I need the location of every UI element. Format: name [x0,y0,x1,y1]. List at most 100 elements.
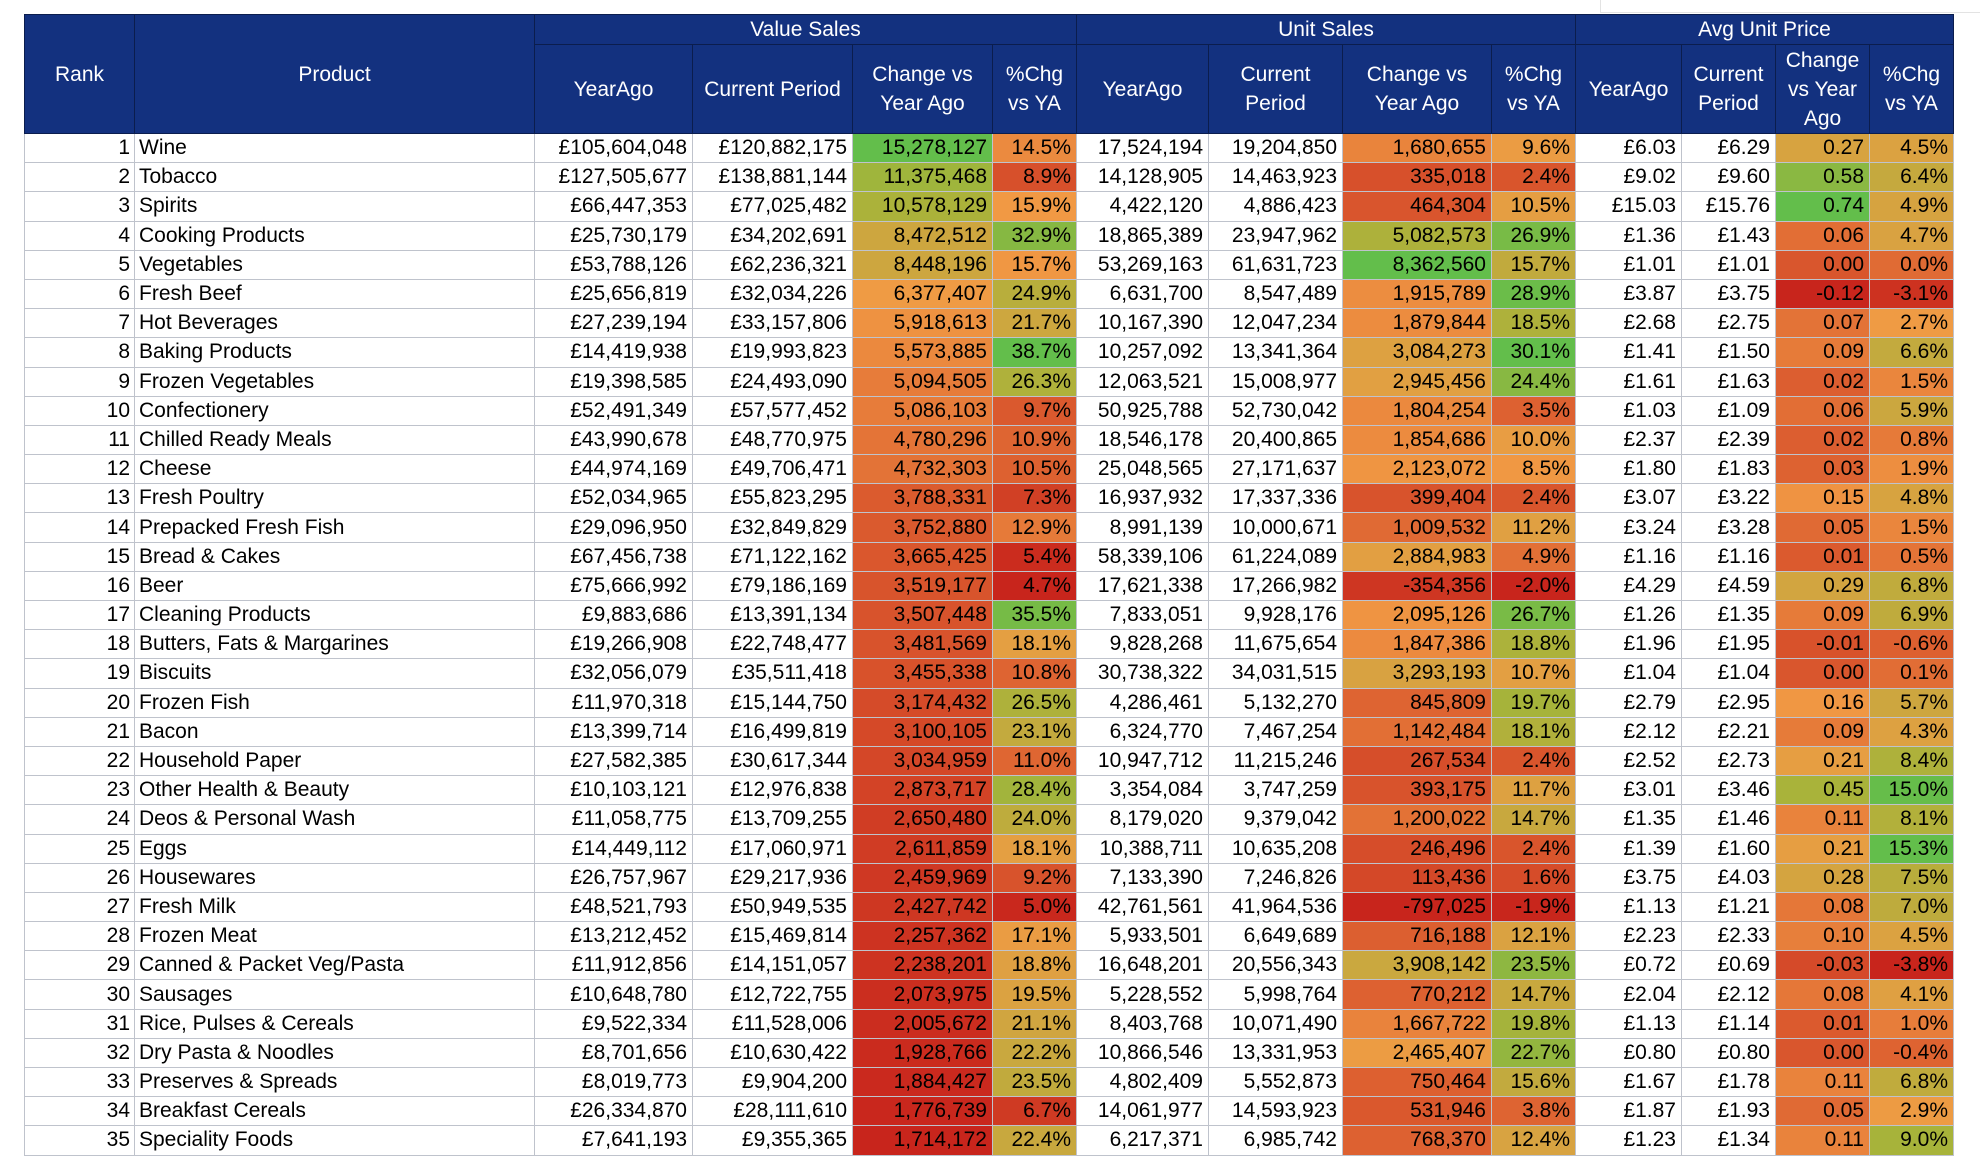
value-current-cell[interactable]: £28,111,610 [692,1096,853,1127]
product-cell[interactable]: Speciality Foods [134,1125,535,1156]
value-pctchg-cell[interactable]: 23.1% [992,716,1077,747]
price-pctchg-cell[interactable]: 6.9% [1869,599,1954,631]
price-yearago-cell[interactable]: £2.52 [1575,745,1682,777]
value-yearago-cell[interactable]: £32,056,079 [534,658,693,689]
value-pctchg-cell[interactable]: 38.7% [992,337,1077,368]
rank-cell[interactable]: 20 [24,687,135,718]
value-current-cell[interactable]: £9,904,200 [692,1066,853,1098]
unit-current-cell[interactable]: 13,341,364 [1208,337,1343,368]
rank-cell[interactable]: 14 [24,512,135,543]
product-cell[interactable]: Baking Products [134,337,535,368]
product-cell[interactable]: Confectionery [134,395,535,426]
product-cell[interactable]: Biscuits [134,658,535,689]
unit-yearago-cell[interactable]: 10,866,546 [1076,1037,1209,1069]
unit-current-cell[interactable]: 20,400,865 [1208,424,1343,456]
unit-change-cell[interactable]: 770,212 [1342,979,1492,1010]
unit-current-cell[interactable]: 5,998,764 [1208,979,1343,1010]
price-change-cell[interactable]: 0.03 [1775,454,1870,485]
value-pctchg-cell[interactable]: 23.5% [992,1066,1077,1098]
unit-pctchg-cell[interactable]: 10.0% [1491,424,1576,456]
value-current-cell[interactable]: £57,577,452 [692,395,853,426]
price-change-cell[interactable]: 0.09 [1775,716,1870,747]
value-yearago-cell[interactable]: £11,058,775 [534,804,693,835]
unit-change-cell[interactable]: 1,879,844 [1342,308,1492,339]
unit-yearago-cell[interactable]: 7,833,051 [1076,599,1209,631]
price-yearago-cell[interactable]: £1.04 [1575,658,1682,689]
value-yearago-cell[interactable]: £25,730,179 [534,220,693,251]
value-yearago-cell[interactable]: £26,334,870 [534,1096,693,1127]
value-change-cell[interactable]: 3,519,177 [852,570,993,602]
value-pctchg-cell[interactable]: 7.3% [992,483,1077,514]
rank-cell[interactable]: 5 [24,249,135,280]
unit-pctchg-cell[interactable]: 10.5% [1491,191,1576,222]
price-change-cell[interactable]: 0.01 [1775,1008,1870,1039]
value-change-cell[interactable]: 6,377,407 [852,278,993,310]
rank-cell[interactable]: 28 [24,921,135,952]
price-pctchg-cell[interactable]: 9.0% [1869,1125,1954,1156]
price-pctchg-cell[interactable]: 0.1% [1869,658,1954,689]
value-current-cell[interactable]: £34,202,691 [692,220,853,251]
unit-pctchg-cell[interactable]: 9.6% [1491,132,1576,164]
unit-yearago-cell[interactable]: 6,217,371 [1076,1125,1209,1156]
price-yearago-cell[interactable]: £1.87 [1575,1096,1682,1127]
price-pctchg-cell[interactable]: 0.5% [1869,541,1954,572]
unit-pctchg-cell[interactable]: 24.4% [1491,366,1576,397]
price-current-cell[interactable]: £1.50 [1681,337,1776,368]
value-yearago-cell[interactable]: £19,398,585 [534,366,693,397]
value-change-header[interactable]: Change vs Year Ago [852,44,993,134]
unit-yearago-cell[interactable]: 53,269,163 [1076,249,1209,280]
price-current-cell[interactable]: £0.80 [1681,1037,1776,1069]
unit-current-cell[interactable]: 11,675,654 [1208,629,1343,660]
unit-change-cell[interactable]: 8,362,560 [1342,249,1492,280]
value-sales-header[interactable]: Value Sales [534,14,1077,45]
value-yearago-cell[interactable]: £8,701,656 [534,1037,693,1069]
unit-yearago-cell[interactable]: 25,048,565 [1076,454,1209,485]
price-change-cell[interactable]: 0.05 [1775,512,1870,543]
price-change-cell[interactable]: 0.74 [1775,191,1870,222]
value-pctchg-cell[interactable]: 15.7% [992,249,1077,280]
price-change-cell[interactable]: 0.06 [1775,395,1870,426]
unit-yearago-cell[interactable]: 3,354,084 [1076,775,1209,806]
price-current-cell[interactable]: £15.76 [1681,191,1776,222]
value-pctchg-cell[interactable]: 5.4% [992,541,1077,572]
unit-pctchg-cell[interactable]: 15.7% [1491,249,1576,280]
price-change-cell[interactable]: 0.29 [1775,570,1870,602]
price-change-cell[interactable]: 0.28 [1775,862,1870,893]
unit-current-cell[interactable]: 61,224,089 [1208,541,1343,572]
value-current-cell[interactable]: £49,706,471 [692,454,853,485]
unit-change-cell[interactable]: 750,464 [1342,1066,1492,1098]
price-change-cell[interactable]: -0.03 [1775,950,1870,981]
value-current-cell[interactable]: £15,469,814 [692,921,853,952]
value-yearago-cell[interactable]: £11,970,318 [534,687,693,718]
value-current-cell[interactable]: £30,617,344 [692,745,853,777]
value-yearago-cell[interactable]: £67,456,738 [534,541,693,572]
value-yearago-cell[interactable]: £13,399,714 [534,716,693,747]
value-change-cell[interactable]: 3,788,331 [852,483,993,514]
unit-pctchg-cell[interactable]: 3.5% [1491,395,1576,426]
value-change-cell[interactable]: 3,174,432 [852,687,993,718]
price-yearago-cell[interactable]: £1.03 [1575,395,1682,426]
unit-current-cell[interactable]: 7,467,254 [1208,716,1343,747]
price-pctchg-cell[interactable]: -3.1% [1869,278,1954,310]
unit-change-cell[interactable]: 2,095,126 [1342,599,1492,631]
unit-yearago-cell[interactable]: 14,061,977 [1076,1096,1209,1127]
value-change-cell[interactable]: 1,776,739 [852,1096,993,1127]
unit-yearago-cell[interactable]: 50,925,788 [1076,395,1209,426]
value-pctchg-cell[interactable]: 8.9% [992,162,1077,193]
unit-yearago-cell[interactable]: 10,167,390 [1076,308,1209,339]
unit-change-cell[interactable]: 2,884,983 [1342,541,1492,572]
price-current-cell[interactable]: £2.39 [1681,424,1776,456]
rank-cell[interactable]: 12 [24,454,135,485]
value-current-cell[interactable]: £10,630,422 [692,1037,853,1069]
price-pctchg-cell[interactable]: 4.9% [1869,191,1954,222]
price-yearago-cell[interactable]: £0.72 [1575,950,1682,981]
value-current-cell[interactable]: £79,186,169 [692,570,853,602]
price-pctchg-cell[interactable]: 8.1% [1869,804,1954,835]
value-current-cell[interactable]: £13,709,255 [692,804,853,835]
price-pctchg-cell[interactable]: 4.1% [1869,979,1954,1010]
product-cell[interactable]: Frozen Meat [134,921,535,952]
unit-current-cell[interactable]: 9,928,176 [1208,599,1343,631]
price-yearago-cell[interactable]: £1.61 [1575,366,1682,397]
price-pctchg-cell[interactable]: 7.5% [1869,862,1954,893]
price-current-cell[interactable]: £1.35 [1681,599,1776,631]
